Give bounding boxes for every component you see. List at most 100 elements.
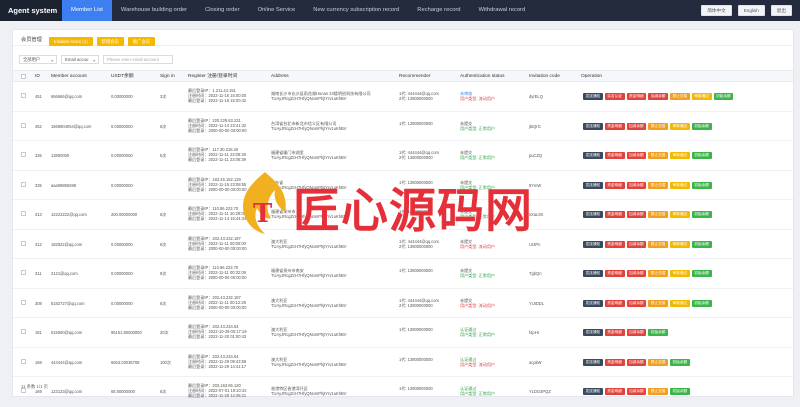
ban-trading-button[interactable]: 禁止交易 [648, 152, 668, 159]
send-notice-button[interactable]: 发送通知 [583, 211, 603, 218]
nav-item-warehouse-building-order[interactable]: Warehouse building order [112, 0, 196, 21]
ban-trading-button[interactable]: 禁止交易 [648, 122, 668, 130]
send-notice-button[interactable]: 发送通知 [583, 122, 603, 130]
lang-chinese-button[interactable]: 简体中文 [701, 5, 732, 16]
approve-button[interactable]: 审核通过 [670, 240, 690, 248]
adjust-balance-button[interactable]: 加减余额 [626, 270, 647, 277]
row-invitation-code: j5iQrG [529, 123, 541, 129]
row-checkbox[interactable] [21, 93, 26, 98]
row-checkbox[interactable] [21, 152, 26, 157]
verify-identity-button[interactable]: 实名认证 [604, 93, 625, 100]
init-balance-button[interactable]: 初始余额 [691, 299, 712, 307]
logout-button[interactable]: 退出 [770, 5, 792, 16]
select-all-checkbox[interactable] [21, 74, 26, 79]
nav-item-new-currency-subscription-record[interactable]: New currency subscription record [304, 0, 408, 21]
row-auth-status: 未提交 用户类型: 正常用户 [460, 209, 495, 219]
fund-details-button[interactable]: 资金明细 [604, 329, 625, 336]
adjust-balance-button[interactable]: 加减余额 [626, 211, 647, 218]
row-id: 308 [35, 300, 42, 306]
adjust-balance-button[interactable]: 加减余额 [626, 388, 647, 395]
nav-item-withdrawal-record[interactable]: Withdrawal record [469, 0, 534, 21]
send-notice-button[interactable]: 发送通知 [583, 240, 603, 248]
row-address-line: TUAyJRcgZcH7HfyQNomPhjtYrv1uKhBV [271, 125, 347, 131]
init-balance-button[interactable]: 初始余额 [691, 122, 712, 130]
user-type-select[interactable]: 全部用户 ▼ [19, 55, 57, 64]
ban-trading-button[interactable]: 禁止交易 [648, 240, 668, 248]
row-recommender-line: 1代: 444444@qq.com [399, 297, 439, 303]
init-balance-button[interactable]: 初始余额 [713, 93, 734, 100]
row-checkbox[interactable] [21, 270, 26, 275]
row-checkbox[interactable] [21, 329, 26, 334]
send-notice-button[interactable]: 发送通知 [583, 299, 603, 307]
init-balance-button[interactable]: 初始余额 [691, 152, 712, 159]
fund-details-button[interactable]: 资金明细 [604, 152, 625, 159]
adjust-balance-button[interactable]: 加减余额 [626, 181, 647, 189]
row-times: 最后登录IP：202.43.234.64 注册时间：2022-10-29 00:1… [188, 324, 246, 340]
approve-button[interactable]: 审核通过 [691, 93, 712, 100]
fund-details-button[interactable]: 资金明细 [604, 388, 625, 395]
fund-details-button[interactable]: 资金明细 [626, 93, 647, 100]
fund-details-button[interactable]: 资金明细 [604, 299, 625, 307]
fund-details-button[interactable]: 资金明细 [604, 211, 625, 218]
add-member-button[interactable]: 新增会员 [96, 37, 124, 46]
fund-details-button[interactable]: 资金明细 [604, 181, 625, 189]
init-balance-button[interactable]: 初始余额 [691, 181, 712, 189]
nav-item-member-list[interactable]: Member List [62, 0, 112, 21]
promote-member-button[interactable]: 推广会员 [127, 37, 156, 46]
send-notice-button[interactable]: 发送通知 [583, 181, 603, 189]
fund-details-button[interactable]: 资金明细 [604, 358, 625, 366]
ban-trading-button[interactable]: 禁止交易 [648, 270, 668, 277]
fund-details-button[interactable]: 资金明细 [604, 270, 625, 277]
adjust-balance-button[interactable]: 加减余额 [626, 152, 647, 159]
row-checkbox[interactable] [21, 240, 26, 246]
send-notice-button[interactable]: 发送通知 [583, 388, 603, 395]
ban-trading-button[interactable]: 禁止交易 [648, 211, 668, 218]
nav-item-recharge-record[interactable]: Recharge record [408, 0, 469, 21]
ban-trading-button[interactable]: 禁止交易 [648, 358, 668, 366]
adjust-balance-button[interactable]: 加减余额 [626, 329, 647, 336]
initialize-score-button[interactable]: Initialize score (1) [49, 37, 93, 46]
send-notice-button[interactable]: 发送通知 [583, 270, 603, 277]
adjust-balance-button[interactable]: 加减余额 [648, 93, 668, 100]
approve-button[interactable]: 审核通过 [670, 152, 690, 159]
init-balance-button[interactable]: 初始余额 [691, 270, 712, 277]
init-balance-button[interactable]: 初始余额 [691, 240, 712, 248]
send-notice-button[interactable]: 发送通知 [583, 329, 603, 336]
search-field-select[interactable]: Email accou ▼ [61, 55, 99, 64]
row-checkbox[interactable] [21, 181, 26, 187]
col-address: Address [271, 74, 289, 79]
ban-trading-button[interactable]: 禁止交易 [648, 181, 668, 189]
approve-button[interactable]: 审核通过 [670, 181, 690, 189]
row-checkbox[interactable] [21, 122, 26, 128]
fund-details-button[interactable]: 资金明细 [604, 240, 625, 248]
init-balance-button[interactable]: 初始余额 [670, 388, 690, 395]
adjust-balance-button[interactable]: 加减余额 [626, 122, 647, 130]
fund-details-button[interactable]: 资金明细 [604, 122, 625, 130]
lang-english-button[interactable]: English [737, 5, 765, 16]
approve-button[interactable]: 审核通过 [670, 211, 690, 218]
adjust-balance-button[interactable]: 加减余额 [626, 358, 647, 366]
search-input[interactable]: Please enter email account [103, 55, 173, 64]
ban-trading-button[interactable]: 禁止交易 [670, 93, 690, 100]
panel-toolbar: Initialize score (1) 新增会员 推广会员 [49, 37, 156, 46]
nav-item-closing-order[interactable]: Closing order [196, 0, 248, 21]
init-balance-button[interactable]: 初始余额 [691, 211, 712, 218]
nav-item-online-service[interactable]: Online Service [249, 0, 305, 21]
ban-trading-button[interactable]: 禁止交易 [648, 388, 668, 395]
adjust-balance-button[interactable]: 加减余额 [626, 299, 647, 307]
approve-button[interactable]: 审核通过 [670, 270, 690, 277]
row-checkbox[interactable] [21, 299, 26, 305]
send-notice-button[interactable]: 发送通知 [583, 358, 603, 366]
approve-button[interactable]: 审核通过 [670, 122, 690, 130]
row-checkbox[interactable] [21, 211, 26, 216]
row-checkbox[interactable] [21, 358, 26, 364]
send-notice-button[interactable]: 发送通知 [583, 152, 603, 159]
approve-button[interactable]: 审核通过 [670, 299, 690, 307]
init-balance-button[interactable]: 初始余额 [670, 358, 690, 366]
row-address: 广东省 TUAyJRcgZcH7HfyQNomPhjtYrv1uKhBV [271, 180, 346, 190]
adjust-balance-button[interactable]: 加减余额 [626, 240, 647, 248]
init-balance-button[interactable]: 初始余额 [648, 329, 668, 336]
send-notice-button[interactable]: 发送通知 [583, 93, 603, 100]
row-id: 313 [35, 212, 42, 217]
ban-trading-button[interactable]: 禁止交易 [648, 299, 668, 307]
